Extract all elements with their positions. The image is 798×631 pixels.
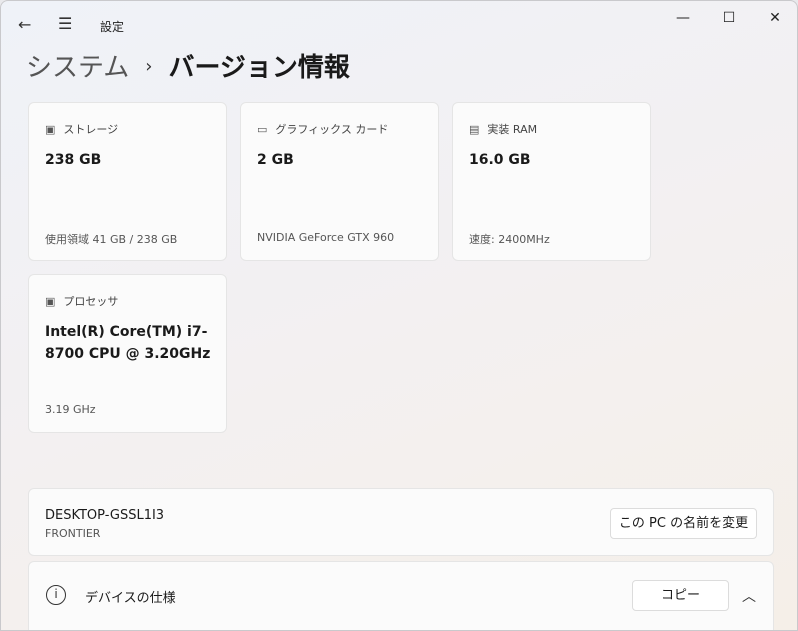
back-arrow-icon[interactable]: ← bbox=[18, 15, 31, 34]
maximize-button[interactable]: ☐ bbox=[706, 7, 752, 29]
storage-card: ▣ ストレージ 238 GB 使用領域 41 GB / 238 GB bbox=[28, 102, 227, 261]
card-label: 実装 RAM bbox=[487, 123, 538, 136]
info-icon: i bbox=[46, 585, 66, 605]
card-value: 16.0 GB bbox=[469, 152, 531, 168]
ram-card: ▤ 実装 RAM 16.0 GB 速度: 2400MHz bbox=[452, 102, 651, 261]
memory-icon: ▤ bbox=[469, 123, 480, 136]
chevron-up-icon[interactable]: ︿ bbox=[742, 586, 756, 606]
device-name: DESKTOP-GSSL1I3 bbox=[45, 508, 165, 523]
monitor-icon: ▭ bbox=[257, 123, 268, 136]
device-name-row: DESKTOP-GSSL1I3 FRONTIER この PC の名前を変更 bbox=[28, 488, 774, 556]
window-title: 設定 bbox=[100, 20, 125, 34]
specs-title: デバイスの仕様 bbox=[85, 591, 176, 606]
card-sub: NVIDIA GeForce GTX 960 bbox=[257, 231, 395, 244]
processor-card: ▣ プロセッサ Intel(R) Core(TM) i7-8700 CPU @ 3… bbox=[28, 274, 227, 433]
breadcrumb-system[interactable]: システム bbox=[26, 53, 129, 83]
card-label: ストレージ bbox=[63, 123, 119, 136]
cpu-icon: ▣ bbox=[45, 295, 56, 308]
device-specs-row[interactable]: i デバイスの仕様 コピー ︿ bbox=[28, 561, 774, 630]
card-sub: 3.19 GHz bbox=[45, 403, 96, 416]
card-sub: 使用領域 41 GB / 238 GB bbox=[45, 233, 178, 246]
minimize-button[interactable]: — bbox=[660, 7, 706, 29]
device-model: FRONTIER bbox=[45, 527, 101, 540]
page-title: バージョン情報 bbox=[168, 53, 350, 83]
settings-window: ← ☰ 設定 — ☐ ✕ システム › バージョン情報 ▣ ストレージ 238 GB … bbox=[0, 0, 798, 631]
card-value: 2 GB bbox=[257, 152, 294, 168]
title-bar: ← ☰ 設定 — ☐ ✕ bbox=[1, 1, 797, 51]
graphics-card: ▭ グラフィックス カード 2 GB NVIDIA GeForce GTX 960 bbox=[240, 102, 439, 261]
close-button[interactable]: ✕ bbox=[752, 7, 797, 29]
copy-button[interactable]: コピー bbox=[632, 580, 729, 611]
breadcrumb: システム › バージョン情報 bbox=[26, 47, 350, 84]
card-label: グラフィックス カード bbox=[275, 123, 389, 136]
card-label: プロセッサ bbox=[63, 295, 119, 308]
hard-drive-icon: ▣ bbox=[45, 123, 56, 136]
card-value: Intel(R) Core(TM) i7-8700 CPU @ 3.20GHz bbox=[45, 324, 211, 362]
card-sub: 速度: 2400MHz bbox=[469, 233, 550, 246]
rename-pc-button[interactable]: この PC の名前を変更 bbox=[610, 508, 757, 539]
chevron-right-icon: › bbox=[145, 56, 153, 77]
menu-icon[interactable]: ☰ bbox=[58, 14, 72, 33]
card-value: 238 GB bbox=[45, 152, 102, 168]
